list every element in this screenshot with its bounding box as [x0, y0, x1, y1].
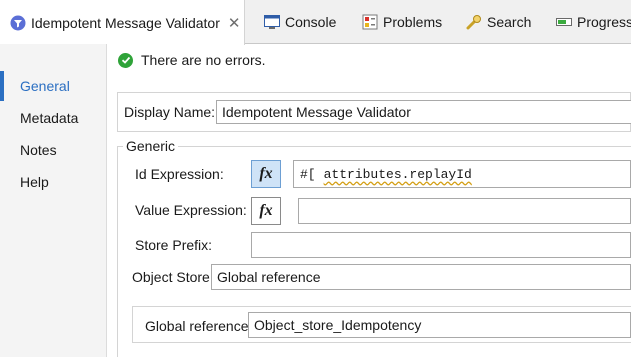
validation-status: There are no errors. [118, 50, 266, 70]
expression-prefix: #[ [300, 166, 316, 182]
tab-label: Progress [577, 14, 631, 30]
function-icon: fx [259, 165, 273, 182]
fx-toggle-value-expression[interactable]: fx [251, 197, 281, 225]
tab-search[interactable]: Search [466, 0, 531, 44]
tab-console[interactable]: Console [264, 0, 336, 44]
id-expression-label: Id Expression: [135, 166, 224, 182]
nav-item-help[interactable]: Help [0, 167, 107, 197]
console-icon [264, 15, 280, 29]
tab-label: Console [285, 14, 337, 30]
expression-value: attributes.replayId [323, 166, 472, 182]
tab-label: Problems [383, 14, 443, 30]
tab-problems[interactable]: Problems [362, 0, 442, 44]
problems-icon [362, 14, 378, 30]
global-reference-label: Global reference: [145, 318, 253, 334]
store-prefix-input[interactable] [251, 232, 631, 258]
value-expression-label: Value Expression: [135, 202, 247, 218]
object-store-label: Object Store [132, 269, 210, 285]
tab-progress[interactable]: Progress [556, 0, 631, 44]
generic-group-title: Generic [123, 138, 179, 154]
display-name-label: Display Name: [124, 104, 216, 120]
object-store-select[interactable]: Global reference [211, 264, 631, 290]
filter-icon [10, 15, 26, 31]
nav-item-notes[interactable]: Notes [0, 135, 107, 165]
check-circle-icon [118, 52, 133, 68]
editor-tab-bar: Idempotent Message Validator ✕ Console P… [0, 0, 631, 45]
status-text: There are no errors. [141, 52, 266, 68]
nav-item-metadata[interactable]: Metadata [0, 103, 107, 133]
value-expression-input[interactable] [298, 198, 631, 224]
display-name-section: Display Name: Idempotent Message Validat… [117, 92, 631, 132]
close-icon[interactable]: ✕ [228, 14, 241, 32]
fx-toggle-id-expression[interactable]: fx [251, 160, 281, 188]
tab-label: Idempotent Message Validator [31, 14, 220, 31]
id-expression-input[interactable]: #[ attributes.replayId [293, 160, 631, 188]
search-icon [466, 14, 482, 30]
display-name-input[interactable]: Idempotent Message Validator [216, 100, 631, 124]
function-icon: fx [259, 202, 273, 219]
progress-icon [556, 15, 572, 29]
store-prefix-label: Store Prefix: [135, 237, 213, 253]
properties-nav: General Metadata Notes Help [0, 44, 107, 357]
tab-label: Search [487, 14, 532, 30]
nav-item-general[interactable]: General [0, 71, 107, 101]
global-reference-select[interactable]: Object_store_Idempotency [248, 312, 631, 338]
tab-idempotent-message-validator[interactable]: Idempotent Message Validator ✕ [0, 0, 245, 45]
